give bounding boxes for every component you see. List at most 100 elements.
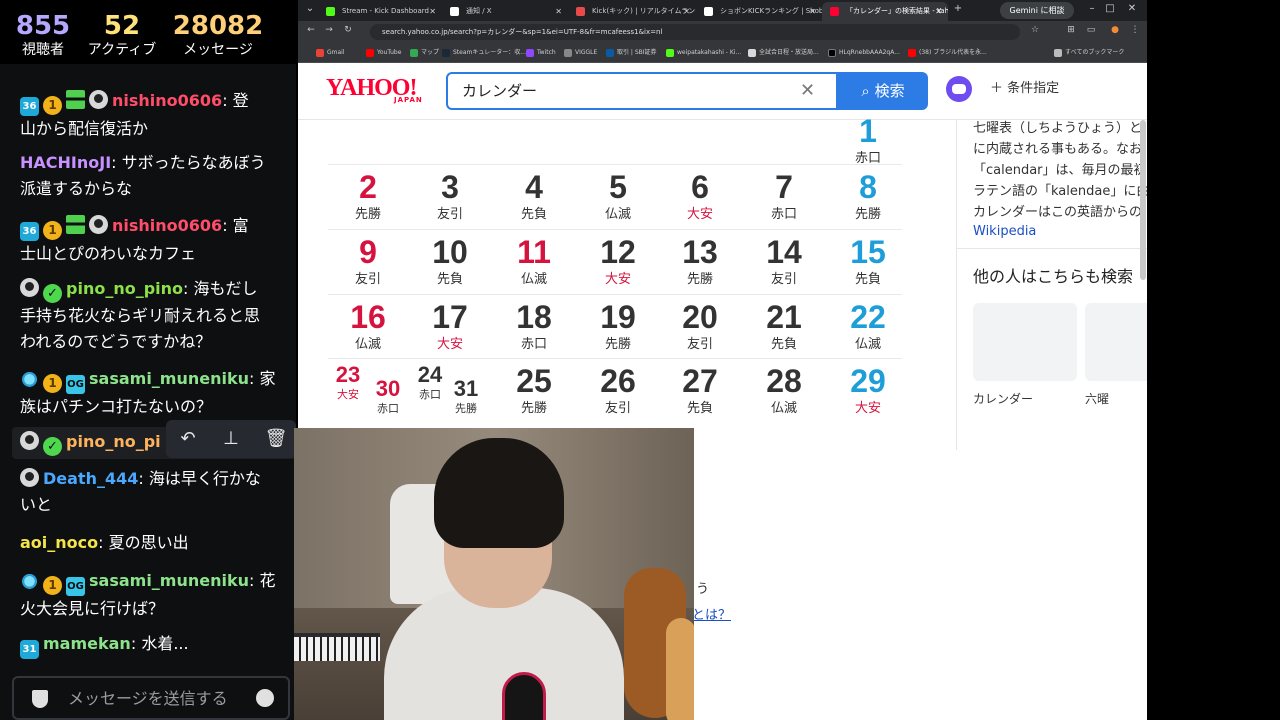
gemini-button[interactable]: Gemini に相談 (1000, 2, 1074, 19)
day-number: 25 (516, 363, 552, 399)
rokuyo-label: 大安 (436, 337, 463, 352)
minimize-icon[interactable]: – (1084, 3, 1100, 14)
calendar-day: 20 友引 (660, 298, 740, 362)
chat-message[interactable]: 1 OG sasami_muneniku: 花火大会見に行けば？ (20, 568, 282, 622)
back-icon[interactable]: ← (304, 25, 318, 35)
emoji-icon[interactable] (256, 689, 274, 707)
chat-message[interactable]: 31 mamekan: 水着... (20, 631, 282, 659)
bookmark-item[interactable]: HLqRnebbAAA2qA... (828, 47, 900, 59)
chat-input[interactable]: メッセージを送信する (12, 676, 290, 720)
pin-icon[interactable]: ⊥ (219, 427, 243, 451)
clear-icon[interactable]: ✕ (800, 80, 815, 102)
bookmark-item[interactable]: 取引 | SBI証券 (606, 47, 657, 59)
search-input[interactable]: カレンダー ✕ (446, 72, 838, 110)
bookmark-item[interactable]: YouTube (366, 47, 401, 59)
chat-message[interactable]: aoi_noco: 夏の思い出 (20, 530, 282, 556)
knowledge-text: 七曜表（しちようひょう）と (973, 121, 1143, 136)
chat-username[interactable]: nishino0606 (112, 91, 222, 110)
scrollbar[interactable] (1140, 120, 1146, 280)
conditions-button[interactable]: ＋ 条件指定 (990, 79, 1059, 99)
tab-search-icon[interactable]: ⌄ (302, 3, 318, 14)
related-card[interactable] (973, 303, 1077, 381)
address-bar[interactable]: search.yahoo.co.jp/search?p=カレンダー&sp=1&e… (370, 24, 1020, 40)
assistant-icon[interactable] (946, 76, 972, 102)
new-tab-button[interactable]: + (950, 3, 966, 14)
chat-username[interactable]: mamekan (43, 634, 131, 653)
chat-text: 族はパチンコ打たないの？ (20, 397, 213, 416)
twitch-icon (526, 49, 534, 57)
browser-toolbar: ← → ↻ search.yahoo.co.jp/search?p=カレンダー&… (298, 21, 1147, 43)
chat-message[interactable]: HACHInoJI: サボったらなあぼう 派遣するからな (20, 150, 282, 202)
bookmark-item[interactable]: VIGGLE (564, 47, 597, 59)
chat-text: 夏の思い出 (108, 533, 189, 552)
calendar-day: 8 先勝 (828, 168, 908, 232)
chat-username[interactable]: nishino0606 (112, 216, 222, 235)
wikipedia-link[interactable]: Wikipedia (973, 224, 1036, 239)
close-icon[interactable]: ✕ (935, 2, 942, 21)
close-icon[interactable]: ✕ (555, 2, 562, 21)
chat-username[interactable]: pino_no_pi (66, 432, 161, 451)
x-icon (450, 7, 459, 16)
close-icon[interactable]: ✕ (683, 2, 690, 21)
gift-badge: 1 (43, 96, 62, 115)
chat-username[interactable]: Death_444 (43, 469, 138, 488)
bookmark-item[interactable]: weipatakahashi - Ki... (666, 47, 741, 59)
calendar-day: 29 大安 (828, 362, 908, 426)
bookmark-item[interactable]: 全試合日程・放送局... (748, 47, 819, 59)
chat-text: 富 (232, 216, 249, 235)
shield-icon[interactable] (32, 690, 48, 708)
profile-icon[interactable]: ● (1108, 25, 1122, 35)
all-bookmarks[interactable]: すべてのブックマーク (1054, 47, 1124, 59)
chat-username[interactable]: HACHInoJI (20, 153, 111, 172)
star-icon[interactable]: ☆ (1028, 25, 1042, 35)
chat-username[interactable]: sasami_muneniku (89, 369, 249, 388)
close-icon[interactable]: ✕ (809, 2, 816, 21)
tab-kick-dashboard[interactable]: Stream - Kick Dashboard ✕ (318, 2, 442, 21)
calendar-day: 12 大安 (578, 233, 658, 297)
gift-icon (66, 215, 85, 234)
bookmark-item[interactable]: マップ (410, 47, 439, 59)
reload-icon[interactable]: ↻ (341, 25, 355, 35)
hat-icon (20, 570, 39, 589)
menu-icon[interactable]: ⋮ (1128, 25, 1142, 35)
bookmark-item[interactable]: (38) ブラジル代表を永... (908, 47, 987, 59)
bookmark-item[interactable]: Twitch (526, 47, 556, 59)
hat-icon (20, 368, 39, 387)
chat-message[interactable]: 36 1 nishino0606: 登山から配信復活か (20, 88, 282, 142)
chat-text: 海もだし (193, 279, 258, 298)
chat-message[interactable]: 1 OG sasami_muneniku: 家族はパチンコ打たないの？ (20, 366, 282, 420)
tab-shobon-ranking[interactable]: ショボンKICKランキング | Shobon Ki✕ (696, 2, 822, 21)
day-number: 12 (600, 234, 636, 270)
chat-username[interactable]: sasami_muneniku (89, 571, 249, 590)
bookmark-item[interactable]: Gmail (316, 47, 345, 59)
day-number: 5 (609, 169, 627, 205)
search-button[interactable]: ⌕ 検索 (838, 72, 928, 110)
close-icon[interactable]: ✕ (429, 2, 436, 21)
streamer-hair (434, 438, 564, 548)
close-window-icon[interactable]: ✕ (1124, 3, 1140, 14)
calendar-day: 27 先負 (660, 362, 740, 426)
related-label[interactable]: カレンダー (973, 390, 1033, 407)
related-label[interactable]: 六曜 (1085, 390, 1109, 407)
rokuyo-label: 大安 (854, 401, 881, 416)
day-number: 16 (350, 299, 386, 335)
chat-message[interactable]: ✓ pino_no_pino: 海もだし 手持ち花火ならギリ耐えれると思 われるのでど… (20, 276, 282, 355)
tab-yahoo-search[interactable]: 「カレンダー」の検索結果 - Yahoo!検✕ (822, 2, 948, 21)
forward-icon[interactable]: → (322, 25, 336, 35)
maximize-icon[interactable]: □ (1102, 3, 1118, 14)
chat-message[interactable]: 36 1 nishino0606: 富士山とぴのわいなカフェ (20, 213, 282, 267)
chat-username[interactable]: aoi_noco (20, 533, 98, 552)
bookmark-item[interactable]: Steamキュレーター：収... (442, 47, 526, 59)
viewers-count: 855 (15, 11, 71, 41)
bookmark-label: マップ (421, 49, 440, 56)
reply-icon[interactable]: ↶ (176, 427, 200, 451)
extensions-icon[interactable]: ⊞ (1064, 25, 1078, 35)
tab-kick-ranking[interactable]: Kick(キック) | リアルタイムランキング✕ (568, 2, 696, 21)
chat-message[interactable]: Death_444: 海は早く行かな いと (20, 466, 282, 518)
related-card[interactable] (1085, 303, 1147, 381)
result-link-fragment[interactable]: とは？ (692, 604, 731, 623)
chat-username[interactable]: pino_no_pino (66, 279, 183, 298)
tab-x-notifications[interactable]: 通知 / X ✕ (442, 2, 568, 21)
delete-icon[interactable]: 🗑 (264, 427, 288, 451)
sidepanel-icon[interactable]: ▭ (1084, 25, 1098, 35)
